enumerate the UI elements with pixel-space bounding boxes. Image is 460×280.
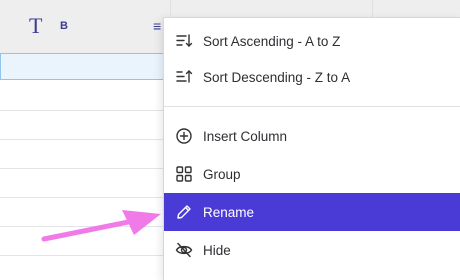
column-context-menu: Sort Ascending - A to Z Sort Descending … xyxy=(163,17,460,280)
annotation-arrow-icon xyxy=(41,210,161,242)
menu-item-hide[interactable]: Hide xyxy=(164,231,460,269)
menu-item-label: Group xyxy=(203,166,241,182)
menu-item-label: Hide xyxy=(203,242,231,258)
sort-descending-icon xyxy=(175,68,193,86)
row-divider xyxy=(0,197,165,198)
menu-item-label: Sort Descending - Z to A xyxy=(203,69,351,85)
menu-item-rename[interactable]: Rename xyxy=(164,193,460,231)
text-type-icon: T xyxy=(29,13,43,38)
menu-item-sort-ascending[interactable]: Sort Ascending - A to Z xyxy=(164,22,460,60)
eye-off-icon xyxy=(175,241,193,259)
menu-item-group[interactable]: Group xyxy=(164,155,460,193)
menu-item-label: Sort Ascending - A to Z xyxy=(203,33,341,49)
menu-item-insert-column[interactable]: Insert Column xyxy=(164,117,460,155)
menu-divider xyxy=(164,106,460,107)
grid-icon xyxy=(175,165,193,183)
column-header-name[interactable]: B xyxy=(60,20,68,32)
menu-item-sort-descending[interactable]: Sort Descending - Z to A xyxy=(164,58,460,96)
row-divider xyxy=(0,139,165,140)
row-divider xyxy=(0,110,165,111)
plus-circle-icon xyxy=(175,127,193,145)
pencil-icon xyxy=(175,203,193,221)
sort-ascending-icon xyxy=(175,32,193,50)
column-menu-icon[interactable]: ≡ xyxy=(153,19,161,33)
row-divider xyxy=(0,255,165,256)
menu-item-label: Rename xyxy=(203,204,255,220)
row-divider xyxy=(0,168,165,169)
selected-cell[interactable] xyxy=(0,53,170,80)
menu-item-label: Insert Column xyxy=(203,128,288,144)
